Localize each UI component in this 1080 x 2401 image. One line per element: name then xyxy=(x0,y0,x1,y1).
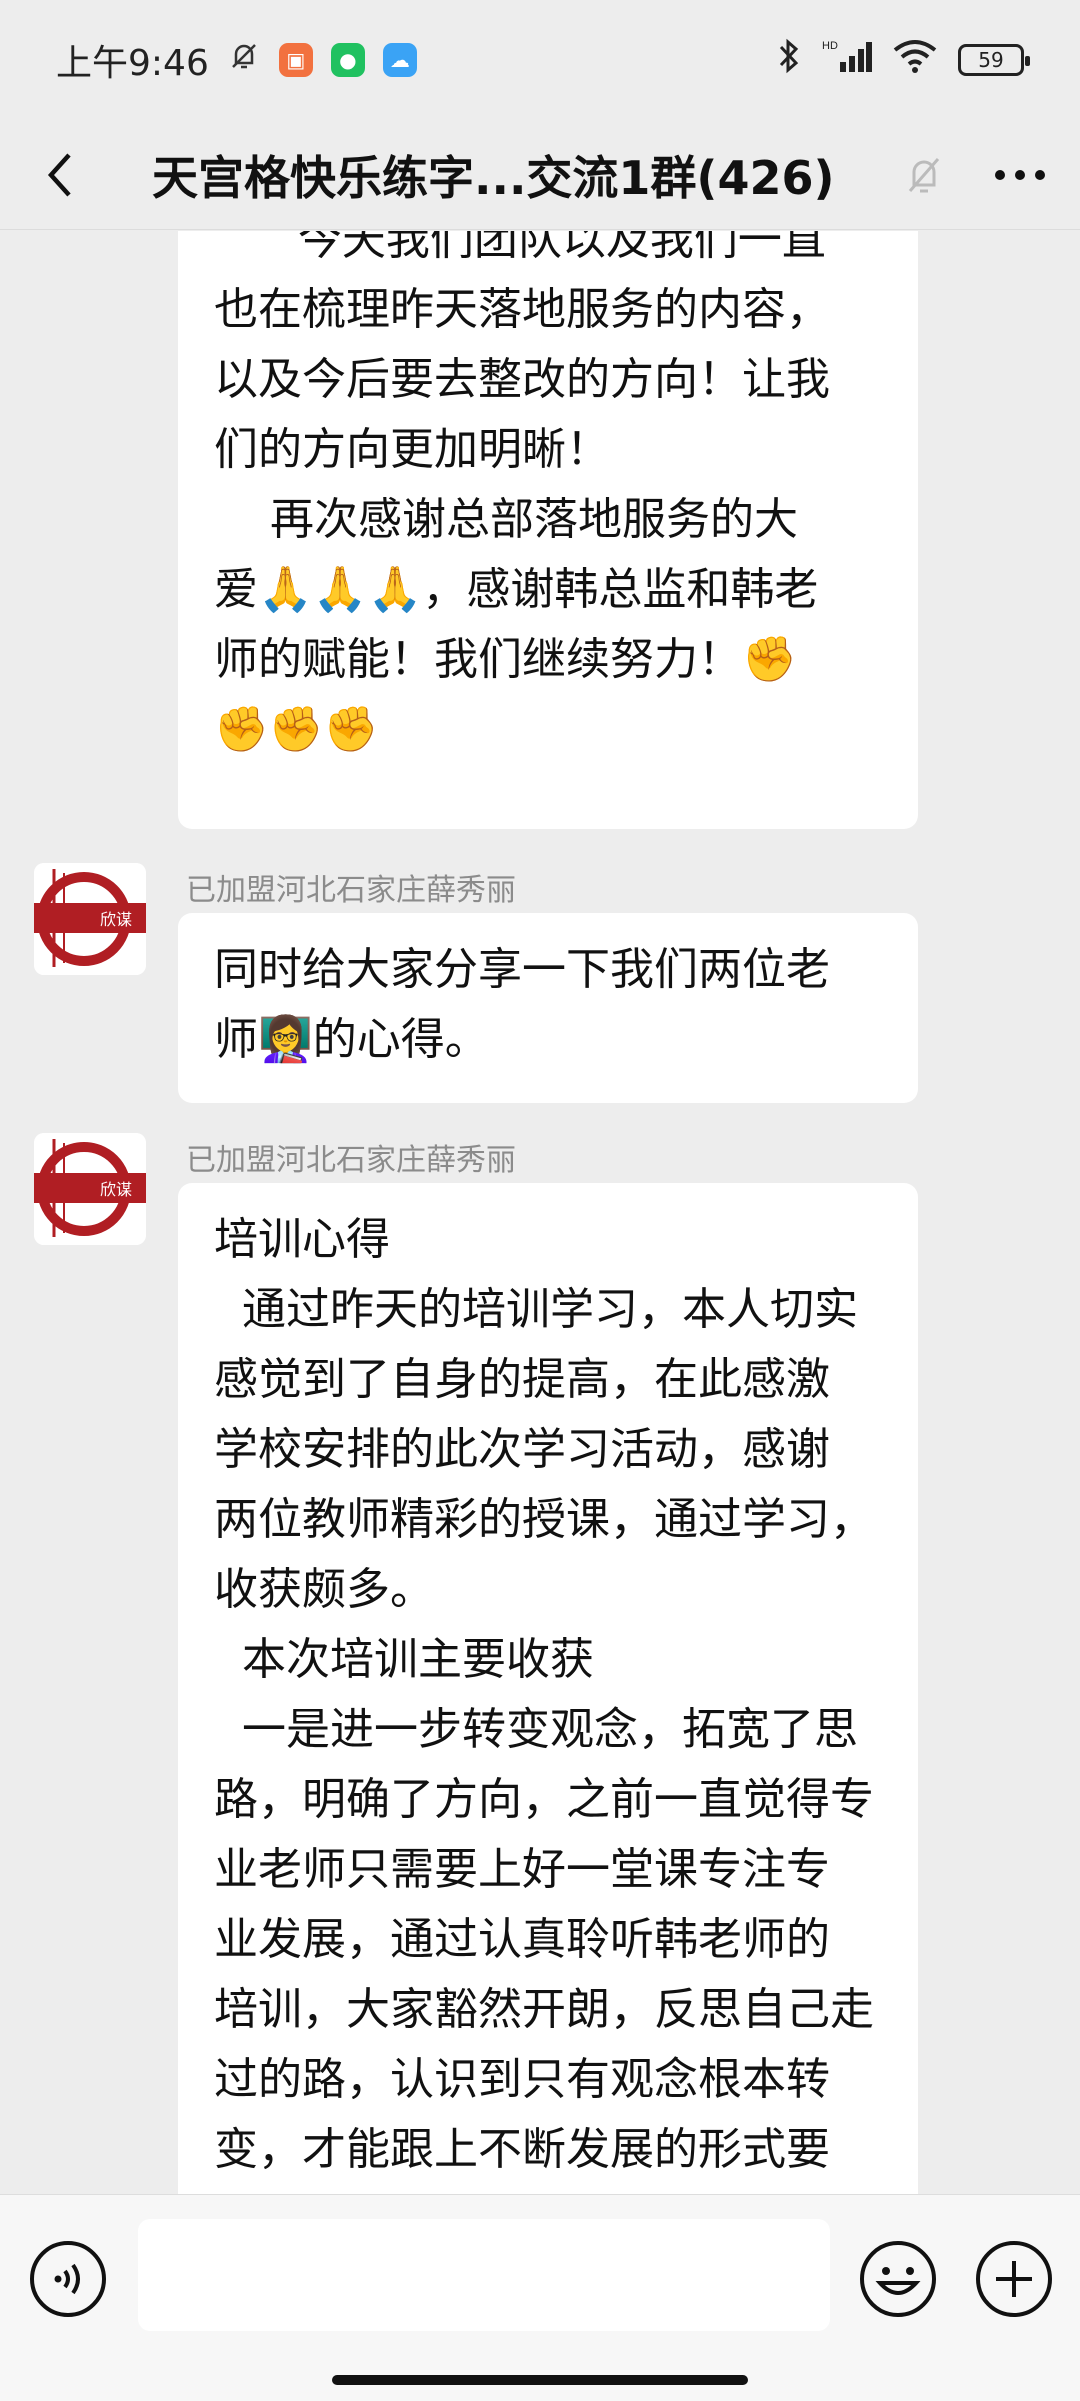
voice-input-icon[interactable] xyxy=(28,2239,108,2319)
status-left: 上午9:46 ▣ ● ☁ xyxy=(56,34,417,86)
status-bar: 上午9:46 ▣ ● ☁ HD 59 xyxy=(0,0,1080,120)
back-arrow-icon[interactable] xyxy=(30,145,90,205)
silent-bell-icon xyxy=(227,39,261,82)
chat-header: 天宫格快乐练字...交流1群(426) xyxy=(0,120,1080,230)
status-right: HD 59 xyxy=(776,36,1030,85)
avatar-logo-text: 欣谋 xyxy=(100,910,132,929)
signal-icon: HD xyxy=(822,38,872,83)
wifi-icon xyxy=(892,38,938,83)
more-options-icon[interactable] xyxy=(990,145,1050,205)
status-time: 上午9:46 xyxy=(56,43,209,84)
avatar[interactable]: 欣谋 xyxy=(34,863,146,975)
sender-name[interactable]: 已加盟河北石家庄薛秀丽 xyxy=(186,1135,516,1179)
chat-message-list[interactable]: 今天我们团队以及我们一直 也在梳理昨天落地服务的内容， 以及今后要去整改的方向！… xyxy=(0,231,1080,2194)
message-input[interactable] xyxy=(138,2219,830,2331)
cloud-icon: ☁ xyxy=(382,43,417,77)
avatar[interactable]: 欣谋 xyxy=(34,1133,146,1245)
add-attachment-icon[interactable] xyxy=(974,2239,1054,2319)
page-title: 天宫格快乐练字...交流1群(426) xyxy=(152,150,835,205)
svg-text:HD: HD xyxy=(822,40,838,52)
message-bubble[interactable]: 今天我们团队以及我们一直 也在梳理昨天落地服务的内容， 以及今后要去整改的方向！… xyxy=(178,231,918,829)
muted-bell-icon xyxy=(894,145,954,205)
input-bar xyxy=(0,2194,1080,2401)
sender-name[interactable]: 已加盟河北石家庄薛秀丽 xyxy=(186,865,516,909)
app-notification-icon: ▣ xyxy=(278,43,313,77)
wechat-icon: ● xyxy=(330,43,365,77)
avatar-logo-text: 欣谋 xyxy=(100,1180,132,1199)
message-bubble[interactable]: 培训心得 通过昨天的培训学习，本人切实 感觉到了自身的提高，在此感激 学校安排的… xyxy=(178,1183,918,2194)
battery-indicator: 59 xyxy=(958,44,1030,76)
message-bubble[interactable]: 同时给大家分享一下我们两位老 师👩‍🏫的心得。 xyxy=(178,913,918,1103)
home-indicator[interactable] xyxy=(332,2375,748,2385)
emoji-icon[interactable] xyxy=(858,2239,938,2319)
bluetooth-icon xyxy=(776,36,802,85)
